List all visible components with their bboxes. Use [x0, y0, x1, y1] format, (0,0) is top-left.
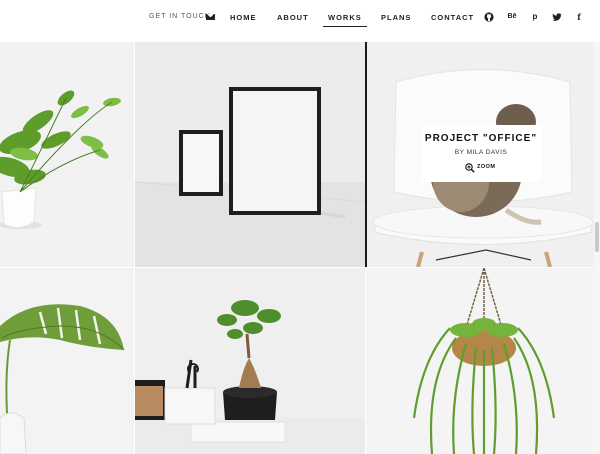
gallery-item-monstera[interactable]: [0, 268, 134, 454]
gallery-item-hanging-plant[interactable]: [366, 268, 600, 454]
project-author: BY MILA DAVIS: [454, 149, 508, 156]
behance-icon[interactable]: Bē: [507, 12, 517, 22]
monstera-image: [0, 268, 134, 454]
gallery-divider: [365, 42, 367, 267]
project-title: PROJECT "OFFICE": [424, 133, 538, 144]
facebook-icon[interactable]: f: [574, 12, 584, 22]
nav-home[interactable]: HOME: [230, 13, 257, 22]
nav-about[interactable]: ABOUT: [277, 13, 309, 22]
frames-image: [135, 42, 365, 267]
hanging-plant-image: [366, 268, 600, 454]
zoom-icon: [465, 163, 475, 173]
site-header: GET IN TOUCH HOME ABOUT WORKS PLANS CONT…: [0, 0, 600, 42]
bonsai-desk-image: [135, 268, 365, 454]
zoom-button[interactable]: ZOOM: [465, 162, 499, 174]
github-icon[interactable]: [484, 12, 494, 22]
twitter-icon[interactable]: [552, 12, 562, 22]
gallery-item-frames[interactable]: [135, 42, 365, 267]
nav-contact[interactable]: CONTACT: [431, 13, 474, 22]
nav-works[interactable]: WORKS: [323, 13, 367, 27]
zoom-label: ZOOM: [477, 164, 496, 170]
get-in-touch-link[interactable]: GET IN TOUCH: [149, 13, 211, 20]
nav-plans[interactable]: PLANS: [381, 13, 411, 22]
gallery-item-plant-fern[interactable]: [0, 42, 134, 267]
project-overlay-card[interactable]: PROJECT "OFFICE" BY MILA DAVIS ZOOM: [421, 125, 541, 182]
pinterest-icon[interactable]: p: [530, 12, 540, 22]
scrollbar-thumb[interactable]: [595, 222, 599, 252]
fern-plant-image: [0, 42, 134, 267]
mail-icon[interactable]: [206, 14, 215, 20]
gallery-item-bonsai-desk[interactable]: [135, 268, 365, 454]
